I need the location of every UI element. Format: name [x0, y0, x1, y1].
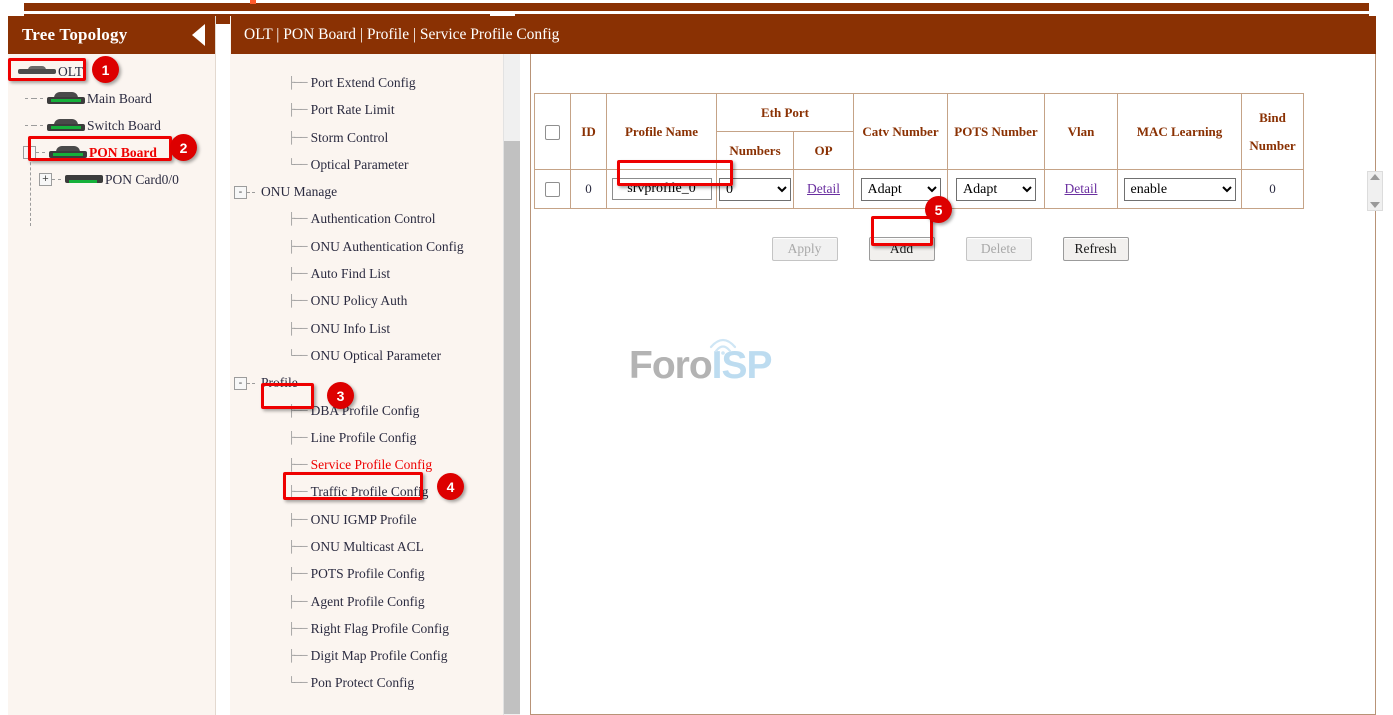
tree-node-main-board[interactable]: Main Board [8, 85, 215, 112]
board-device-icon [47, 119, 85, 132]
apply-button[interactable]: Apply [772, 237, 838, 261]
tree-expander-expand-icon[interactable]: + [39, 173, 52, 186]
tree-dash-connector [52, 179, 61, 180]
scroll-up-icon[interactable] [1370, 174, 1380, 180]
tree-topology-header: Tree Topology [8, 16, 215, 54]
cell-vlan: Detail [1045, 170, 1118, 209]
tree-topology-body: OLT Main Board Switch Board - [8, 54, 215, 193]
action-button-bar: Apply Add Delete Refresh [531, 234, 1369, 264]
cell-eth-numbers: 012345678 [717, 170, 794, 209]
catv-number-select[interactable]: Adapt01 [861, 178, 941, 201]
header-bind-number-line1: Bind [1244, 110, 1301, 126]
cell-pots-number: Adapt012 [948, 170, 1045, 209]
select-all-checkbox[interactable] [545, 125, 560, 140]
tree-topology-panel: Tree Topology OLT Main Board [8, 16, 216, 715]
header-bind-number-line2: Number [1244, 138, 1301, 154]
table-vertical-scrollbar[interactable] [1367, 171, 1383, 211]
tree-node-label: PON Card0/0 [105, 172, 179, 188]
collapse-left-triangle-icon[interactable] [192, 24, 205, 46]
cell-row-select [535, 170, 571, 209]
pots-number-select[interactable]: Adapt012 [956, 178, 1036, 201]
header-vlan: Vlan [1045, 94, 1118, 170]
table-header-row-top: ID Profile Name Eth Port Catv Number POT… [535, 94, 1304, 132]
header-eth-op: OP [794, 132, 854, 170]
service-profile-table: ID Profile Name Eth Port Catv Number POT… [534, 93, 1304, 209]
refresh-button[interactable]: Refresh [1063, 237, 1129, 261]
olt-device-icon [18, 65, 56, 78]
eth-numbers-select[interactable]: 012345678 [719, 178, 791, 201]
cell-mac-learning: enabledisable [1118, 170, 1242, 209]
header-pots-number: POTS Number [948, 94, 1045, 170]
header-id: ID [571, 94, 607, 170]
board-device-icon [47, 92, 85, 105]
tree-node-label: Main Board [87, 91, 152, 107]
table-row: 0 012345678 Detail Adapt01 [535, 170, 1304, 209]
foroisp-watermark: ForoISP [629, 344, 769, 404]
header-select-all [535, 94, 571, 170]
delete-button[interactable]: Delete [966, 237, 1032, 261]
cell-eth-op: Detail [794, 170, 854, 209]
board-device-icon [49, 146, 87, 159]
tree-dash-connector [34, 98, 43, 99]
cell-catv-number: Adapt01 [854, 170, 948, 209]
header-mac-learning: MAC Learning [1118, 94, 1242, 170]
profile-name-input[interactable] [612, 178, 712, 200]
header-profile-name: Profile Name [607, 94, 717, 170]
tree-node-pon-card-0-0[interactable]: + PON Card0/0 [8, 166, 215, 193]
cell-profile-name [607, 170, 717, 209]
vlan-detail-link[interactable]: Detail [1065, 181, 1098, 196]
tree-node-olt[interactable]: OLT [8, 58, 215, 85]
tree-node-switch-board[interactable]: Switch Board [8, 112, 215, 139]
tree-node-pon-board[interactable]: - PON Board [8, 139, 215, 166]
board-device-icon [65, 173, 103, 186]
watermark-text-foro: Foro [629, 344, 712, 387]
mac-learning-select[interactable]: enabledisable [1124, 178, 1236, 201]
service-profile-table-wrapper: ID Profile Name Eth Port Catv Number POT… [534, 93, 1372, 216]
cell-id: 0 [571, 170, 607, 209]
service-profile-config-pane: ForoISP ID Profile Name Eth Port Catv Nu… [530, 54, 1376, 715]
tree-expander-collapse-icon[interactable]: - [23, 146, 36, 159]
header-eth-port: Eth Port [717, 94, 854, 132]
tree-topology-title: Tree Topology [22, 25, 127, 45]
top-accent-bar [24, 3, 1369, 11]
breadcrumb-header: OLT | PON Board | Profile | Service Prof… [231, 16, 1376, 54]
row-checkbox[interactable] [545, 182, 560, 197]
olt-web-management-page: Tree Topology OLT Main Board [0, 0, 1393, 715]
tree-dash-connector [25, 125, 34, 126]
wifi-wave-icon [708, 334, 738, 356]
scroll-down-icon[interactable] [1370, 202, 1380, 208]
cell-bind-number: 0 [1242, 170, 1304, 209]
tree-node-label: PON Board [89, 145, 157, 161]
header-bind-number: Bind Number [1242, 94, 1304, 170]
header-catv-number: Catv Number [854, 94, 948, 170]
top-marker-dot [250, 0, 256, 4]
header-eth-numbers: Numbers [717, 132, 794, 170]
add-button[interactable]: Add [869, 237, 935, 261]
content-area: OLT | PON Board | Profile | Service Prof… [231, 16, 1376, 715]
tree-node-label: Switch Board [87, 118, 161, 134]
tree-dash-connector [25, 98, 34, 99]
tree-node-label: OLT [58, 64, 83, 80]
tree-dash-connector [34, 125, 43, 126]
eth-port-detail-link[interactable]: Detail [807, 181, 840, 196]
breadcrumb: OLT | PON Board | Profile | Service Prof… [244, 26, 559, 44]
tree-dash-connector [36, 152, 45, 153]
